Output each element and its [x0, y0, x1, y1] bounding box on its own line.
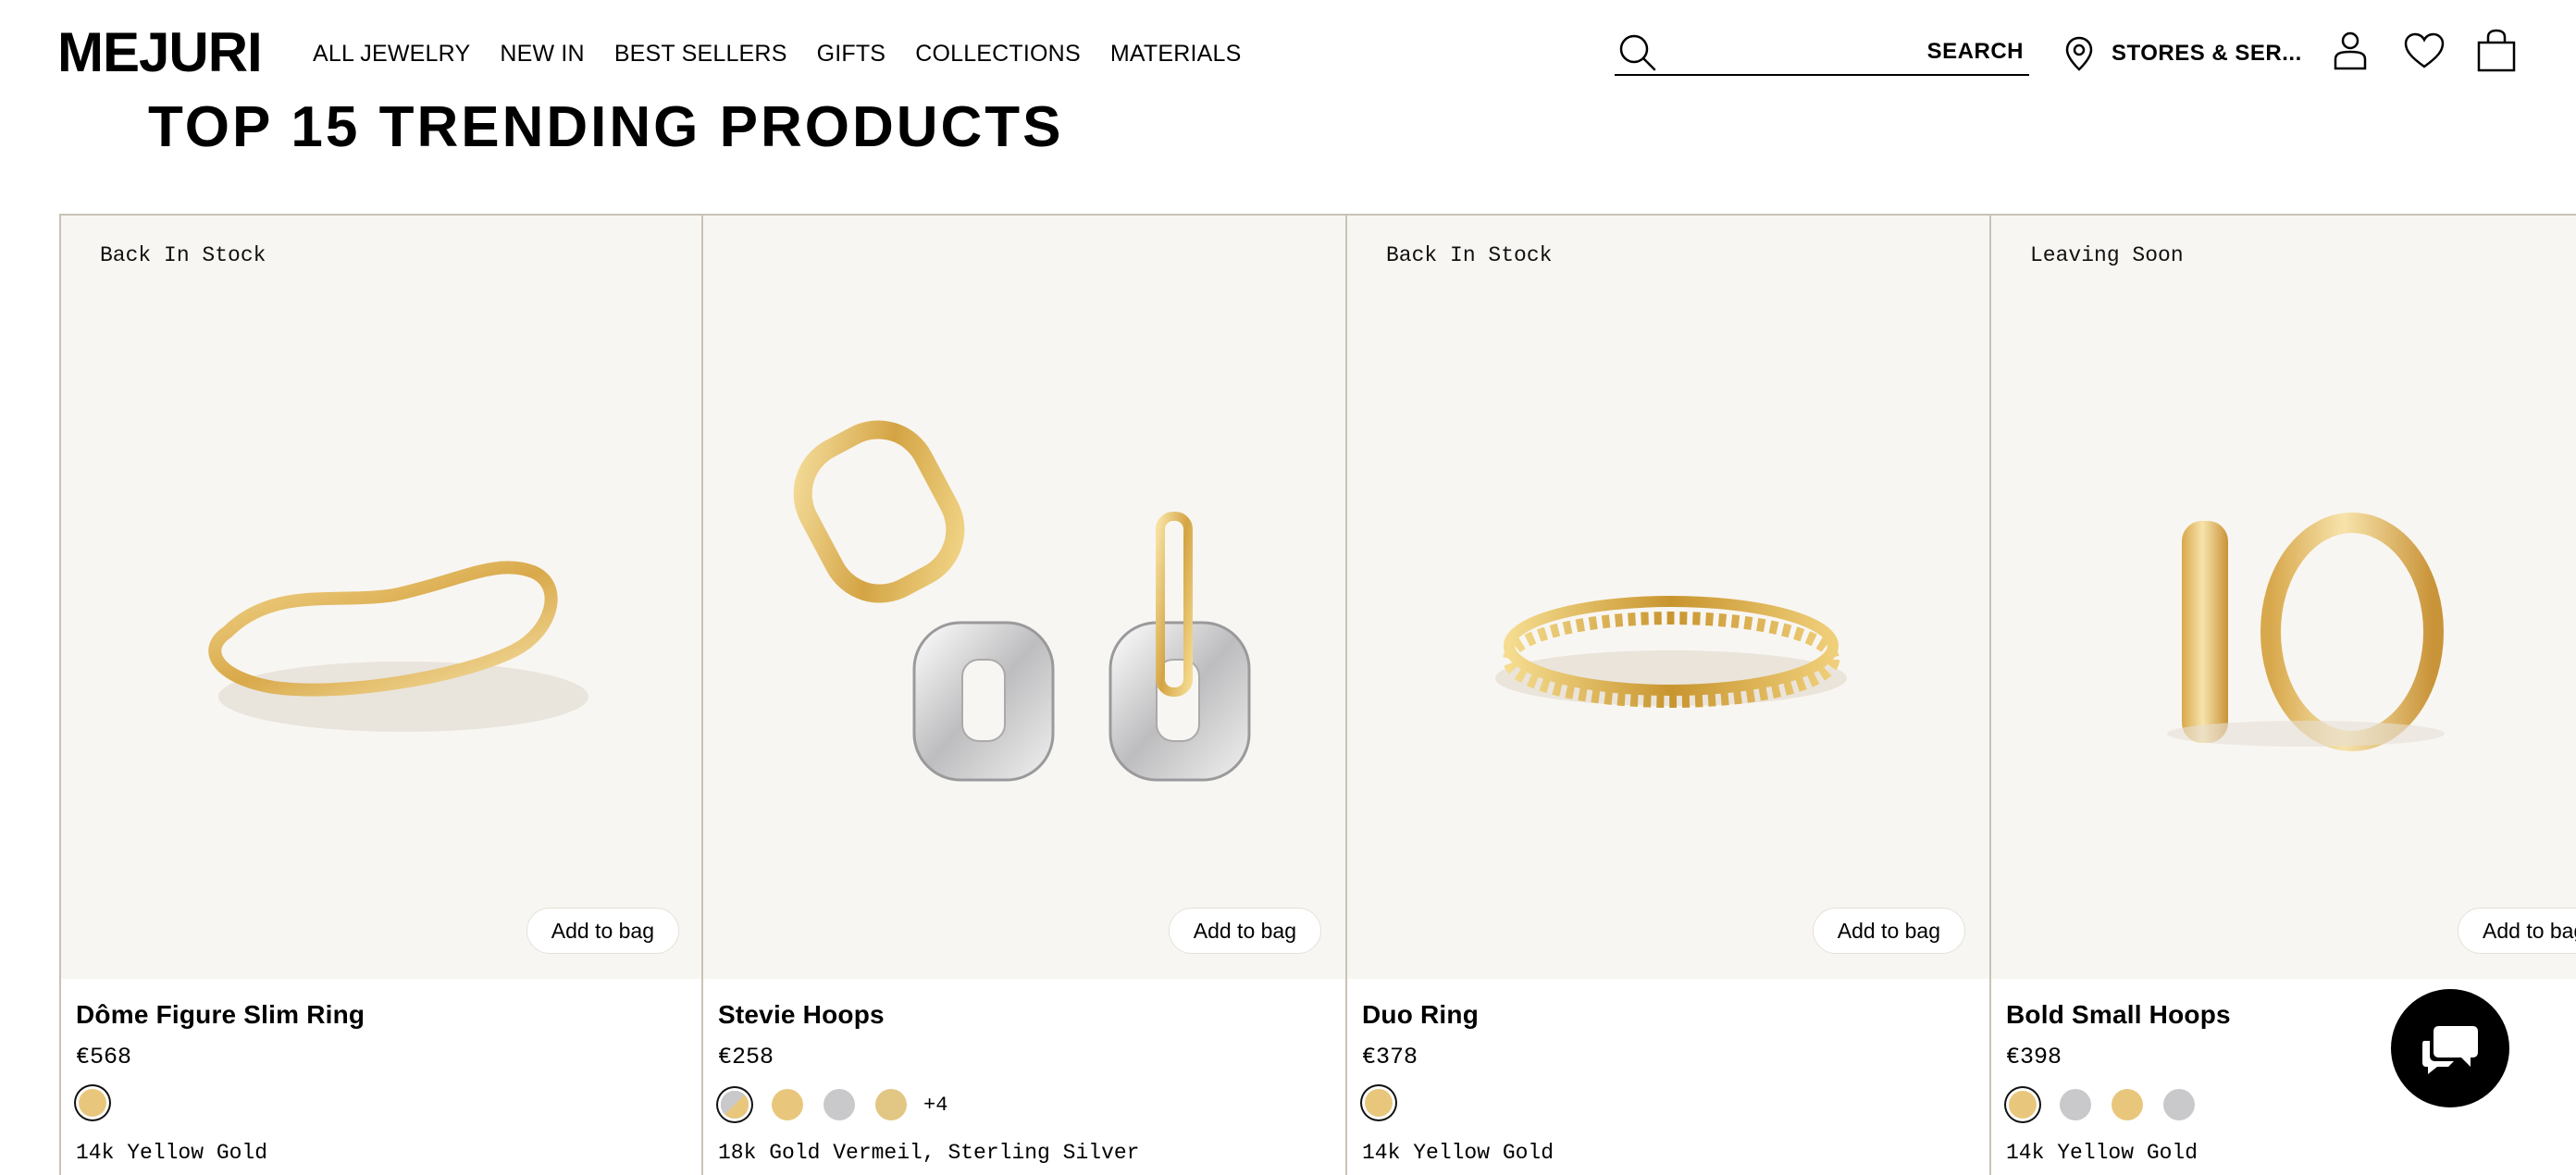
- swatch-gold-silver[interactable]: [721, 1091, 749, 1119]
- site-header: MEJURI ALL JEWELRY NEW IN BEST SELLERS G…: [0, 0, 2576, 102]
- product-material: 18k Gold Vermeil, Sterling Silver: [718, 1141, 1140, 1165]
- ring-illustration: [1495, 596, 1847, 708]
- product-image[interactable]: Back In Stock Add to bag: [61, 216, 703, 979]
- search-input[interactable]: [1666, 33, 1898, 68]
- color-swatches: [2006, 1089, 2215, 1120]
- nav-all-jewelry[interactable]: ALL JEWELRY: [313, 37, 470, 70]
- product-price: €378: [1362, 1044, 1418, 1070]
- page-title: TOP 15 TRENDING PRODUCTS: [148, 95, 1064, 159]
- color-swatches: +4: [718, 1089, 947, 1120]
- product-material: 14k Yellow Gold: [76, 1141, 268, 1165]
- product-badge: Back In Stock: [100, 243, 266, 267]
- chat-icon: [2422, 1026, 2478, 1074]
- logo[interactable]: MEJURI: [57, 20, 263, 85]
- product-image[interactable]: Back In Stock Add to bag: [1347, 216, 1989, 979]
- nav-best-sellers[interactable]: BEST SELLERS: [614, 37, 787, 70]
- product-price: €398: [2006, 1044, 2062, 1070]
- product-name[interactable]: Bold Small Hoops: [2006, 1000, 2231, 1030]
- product-card[interactable]: Back In Stock Add to bag Duo Ring €378 1…: [1345, 214, 1989, 1175]
- product-material: 14k Yellow Gold: [1362, 1141, 1554, 1165]
- product-card[interactable]: Add to bag Stevie Hoops €258 +4 18k Gold…: [701, 214, 1345, 1175]
- search-icon[interactable]: [1616, 31, 1657, 72]
- product-badge: Leaving Soon: [2030, 243, 2184, 267]
- account-icon[interactable]: [2328, 28, 2372, 74]
- stores-label: STORES & SER...: [2112, 41, 2302, 66]
- swatch-gold[interactable]: [79, 1089, 106, 1117]
- product-name[interactable]: Stevie Hoops: [718, 1000, 885, 1030]
- swatch-gold[interactable]: [2112, 1089, 2143, 1120]
- product-name[interactable]: Duo Ring: [1362, 1000, 1479, 1030]
- wishlist-icon[interactable]: [2402, 28, 2446, 74]
- product-image[interactable]: Add to bag: [703, 216, 1345, 979]
- product-price: €568: [76, 1044, 132, 1070]
- ring-illustration: [208, 561, 588, 732]
- product-name[interactable]: Dôme Figure Slim Ring: [76, 1000, 365, 1030]
- hoops-illustration: [2167, 513, 2445, 751]
- search-button[interactable]: SEARCH: [1927, 37, 2024, 67]
- search-bar: SEARCH: [1615, 28, 2029, 76]
- nav-materials[interactable]: MATERIALS: [1110, 37, 1242, 70]
- nav-new-in[interactable]: NEW IN: [500, 37, 584, 70]
- nav-collections[interactable]: COLLECTIONS: [915, 37, 1081, 70]
- product-price: €258: [718, 1044, 774, 1070]
- product-badge: Back In Stock: [1386, 243, 1553, 267]
- stores-link[interactable]: STORES & SER...: [2063, 33, 2302, 74]
- add-to-bag-button[interactable]: Add to bag: [526, 908, 679, 954]
- add-to-bag-button[interactable]: Add to bag: [2458, 908, 2576, 954]
- swatch-gold[interactable]: [2009, 1091, 2037, 1119]
- swatch-silver[interactable]: [824, 1089, 855, 1120]
- swatch-gold[interactable]: [1365, 1089, 1393, 1117]
- color-swatches: [76, 1089, 130, 1117]
- location-pin-icon: [2065, 36, 2093, 71]
- product-material: 14k Yellow Gold: [2006, 1141, 2198, 1165]
- nav-gifts[interactable]: GIFTS: [817, 37, 886, 70]
- swatch-silver[interactable]: [2163, 1089, 2195, 1120]
- more-swatches-link[interactable]: +4: [923, 1094, 947, 1117]
- chat-button[interactable]: [2391, 989, 2509, 1107]
- swatch-gold[interactable]: [875, 1089, 907, 1120]
- add-to-bag-button[interactable]: Add to bag: [1812, 908, 1965, 954]
- color-swatches: [1362, 1089, 1416, 1117]
- main-nav: ALL JEWELRY NEW IN BEST SELLERS GIFTS CO…: [313, 37, 1270, 70]
- swatch-gold[interactable]: [772, 1089, 803, 1120]
- bag-icon[interactable]: [2474, 28, 2519, 74]
- product-card[interactable]: Back In Stock Add to bag Dôme Figure Sli…: [59, 214, 703, 1175]
- product-image[interactable]: Leaving Soon Add to bag: [1991, 216, 2576, 979]
- product-grid: Back In Stock Add to bag Dôme Figure Sli…: [59, 214, 2576, 1175]
- hoops-illustration: [793, 420, 1251, 782]
- swatch-silver[interactable]: [2060, 1089, 2091, 1120]
- add-to-bag-button[interactable]: Add to bag: [1168, 908, 1321, 954]
